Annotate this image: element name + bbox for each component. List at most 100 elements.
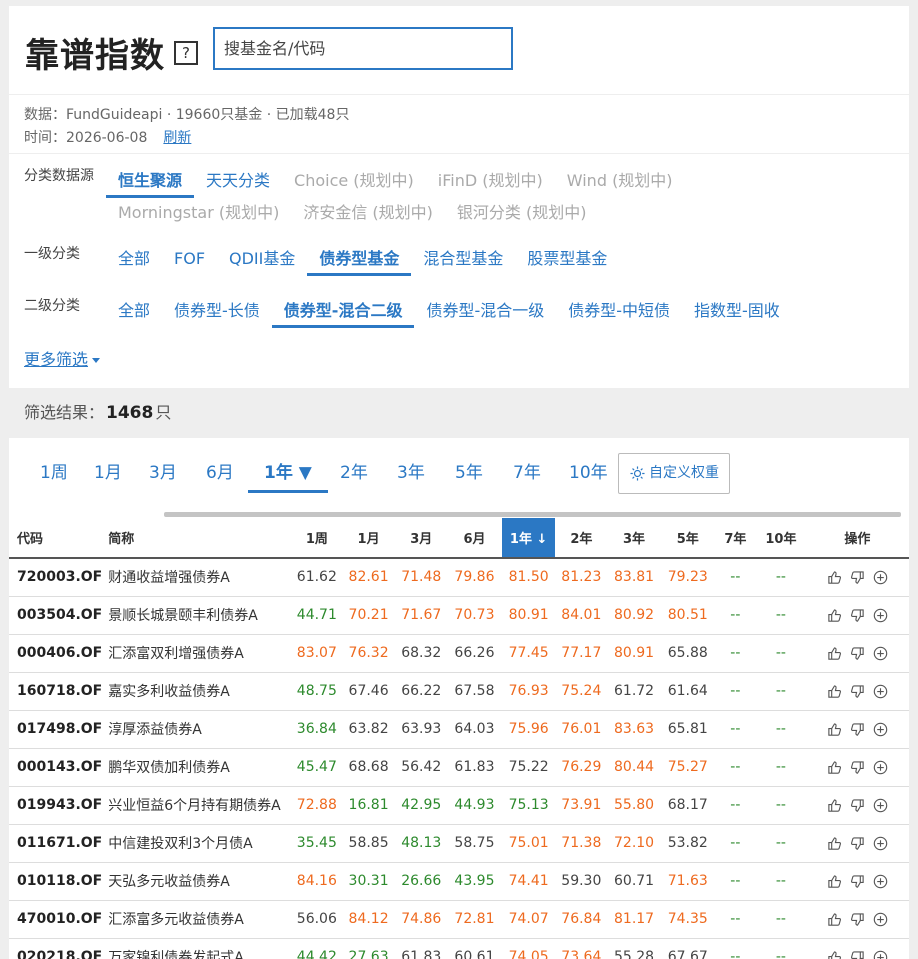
thumbs-down-icon[interactable] [850,912,865,927]
column-header[interactable]: 1周 [291,518,342,559]
period-tab[interactable]: 3月 [149,458,177,493]
level2-filter-option[interactable]: 债券型-长债 [162,296,272,328]
level2-filter-option[interactable]: 债券型-中短债 [556,296,682,328]
period-tab[interactable]: 2年 [340,458,368,493]
column-header[interactable]: 2年 [555,518,608,559]
fund-name[interactable]: 鹏华双债加利债券A [102,748,292,787]
period-tab[interactable]: 5年 [455,458,483,493]
horizontal-scrollbar[interactable] [164,512,901,517]
table-row[interactable]: 003504.OF 景顺长城景颐丰利债券A 44.71 70.21 71.67 70.73… [9,596,909,635]
fund-code: 017498.OF [9,710,103,749]
period-tab[interactable]: 6月 [206,458,234,493]
thumbs-up-icon[interactable] [827,836,842,851]
thumbs-down-icon[interactable] [850,798,865,813]
add-circle-icon[interactable] [873,608,888,623]
table-row[interactable]: 000143.OF 鹏华双债加利债券A 45.47 68.68 56.42 61.83 75… [9,748,909,787]
fund-name[interactable]: 万家锦利债券发起式A [102,938,292,959]
add-circle-icon[interactable] [873,722,888,737]
thumbs-down-icon[interactable] [850,722,865,737]
table-row[interactable]: 019943.OF 兴业恒益6个月持有期债券A 72.88 16.81 42.95 44.… [9,786,909,825]
add-circle-icon[interactable] [873,760,888,775]
level1-filter-option[interactable]: 股票型基金 [515,244,619,276]
thumbs-down-icon[interactable] [850,874,865,889]
fund-name[interactable]: 嘉实多利收益债券A [102,672,292,711]
period-tab[interactable]: 3年 [397,458,425,493]
level2-filter-option[interactable]: 指数型-固收 [682,296,792,328]
column-header[interactable]: 10年 [756,518,806,559]
thumbs-up-icon[interactable] [827,684,842,699]
row-actions [805,824,909,863]
refresh-link[interactable]: 刷新 [163,130,191,146]
level1-filter-option[interactable]: 债券型基金 [307,244,412,276]
thumbs-up-icon[interactable] [827,912,842,927]
search-input[interactable] [213,27,513,70]
column-header[interactable]: 7年 [714,518,757,559]
fund-name[interactable]: 兴业恒益6个月持有期债券A [102,786,292,825]
level1-filter-option[interactable]: 混合型基金 [411,244,515,276]
period-tab[interactable]: 1年 ▼ [248,458,328,493]
level2-filter-option[interactable]: 债券型-混合二级 [271,296,415,328]
column-header[interactable]: 6月 [447,518,502,559]
more-filters-link[interactable]: 更多筛选 [24,346,101,370]
table-row[interactable]: 020218.OF 万家锦利债券发起式A 44.42 27.63 61.83 60.61 7… [9,938,909,959]
thumbs-up-icon[interactable] [827,798,842,813]
table-row[interactable]: 011671.OF 中信建投双利3个月债A 35.45 58.85 48.13 58.75… [9,824,909,863]
fund-name[interactable]: 汇添富多元收益债券A [102,900,292,939]
thumbs-down-icon[interactable] [850,608,865,623]
table-row[interactable]: 000406.OF 汇添富双利增强债券A 83.07 76.32 68.32 66.26 7… [9,634,909,673]
add-circle-icon[interactable] [873,570,888,585]
thumbs-up-icon[interactable] [827,950,842,959]
level1-filter-option[interactable]: 全部 [106,244,162,276]
add-circle-icon[interactable] [873,798,888,813]
thumbs-up-icon[interactable] [827,608,842,623]
fund-name[interactable]: 天弘多元收益债券A [102,862,292,901]
fund-name[interactable]: 汇添富双利增强债券A [102,634,292,673]
level1-filter-option[interactable]: FOF [162,244,217,276]
add-circle-icon[interactable] [873,950,888,959]
level2-filter-option[interactable]: 全部 [106,296,162,328]
fund-name[interactable]: 财通收益增强债券A [102,558,292,597]
thumbs-down-icon[interactable] [850,646,865,661]
period-tab[interactable]: 10年 [569,458,608,493]
thumbs-down-icon[interactable] [850,836,865,851]
source-filter-option[interactable]: 天天分类 [194,166,282,198]
period-tab[interactable]: 1周 [40,458,68,493]
thumbs-up-icon[interactable] [827,646,842,661]
period-tab[interactable]: 1月 [94,458,122,493]
column-header[interactable]: 1月 [341,518,396,559]
column-header[interactable]: 5年 [660,518,715,559]
fund-name[interactable]: 景顺长城景颐丰利债券A [102,596,292,635]
table-row[interactable]: 010118.OF 天弘多元收益债券A 84.16 30.31 26.66 43.95 74… [9,862,909,901]
add-circle-icon[interactable] [873,646,888,661]
table-row[interactable]: 160718.OF 嘉实多利收益债券A 48.75 67.46 66.22 67.58 76… [9,672,909,711]
score-cell: 77.45 [501,634,556,673]
table-row[interactable]: 720003.OF 财通收益增强债券A 61.62 82.61 71.48 79.86 81… [9,558,909,597]
column-header[interactable]: 3月 [395,518,448,559]
thumbs-up-icon[interactable] [827,722,842,737]
period-tab[interactable]: 7年 [513,458,541,493]
column-header[interactable]: 1年 ↓ [501,518,556,559]
level1-filter-option[interactable]: QDII基金 [217,244,307,276]
table-row[interactable]: 017498.OF 淳厚添益债券A 36.84 63.82 63.93 64.03 75.9… [9,710,909,749]
source-filter-option: 银河分类 (规划中) [456,203,587,222]
add-circle-icon[interactable] [873,912,888,927]
source-filter-option[interactable]: 恒生聚源 [106,166,195,198]
score-cell: 80.44 [607,748,661,787]
fund-name[interactable]: 淳厚添益债券A [102,710,292,749]
add-circle-icon[interactable] [873,874,888,889]
thumbs-down-icon[interactable] [850,950,865,959]
thumbs-down-icon[interactable] [850,684,865,699]
fund-name[interactable]: 中信建投双利3个月债A [102,824,292,863]
thumbs-up-icon[interactable] [827,760,842,775]
thumbs-down-icon[interactable] [850,570,865,585]
thumbs-up-icon[interactable] [827,570,842,585]
thumbs-down-icon[interactable] [850,760,865,775]
add-circle-icon[interactable] [873,684,888,699]
thumbs-up-icon[interactable] [827,874,842,889]
column-header[interactable]: 3年 [607,518,661,559]
add-circle-icon[interactable] [873,836,888,851]
level2-filter-option[interactable]: 债券型-混合一级 [414,296,556,328]
table-row[interactable]: 470010.OF 汇添富多元收益债券A 56.06 84.12 74.86 72.81 7… [9,900,909,939]
help-icon[interactable]: ? [174,41,198,65]
custom-weight-button[interactable]: 自定义权重 [618,453,730,494]
